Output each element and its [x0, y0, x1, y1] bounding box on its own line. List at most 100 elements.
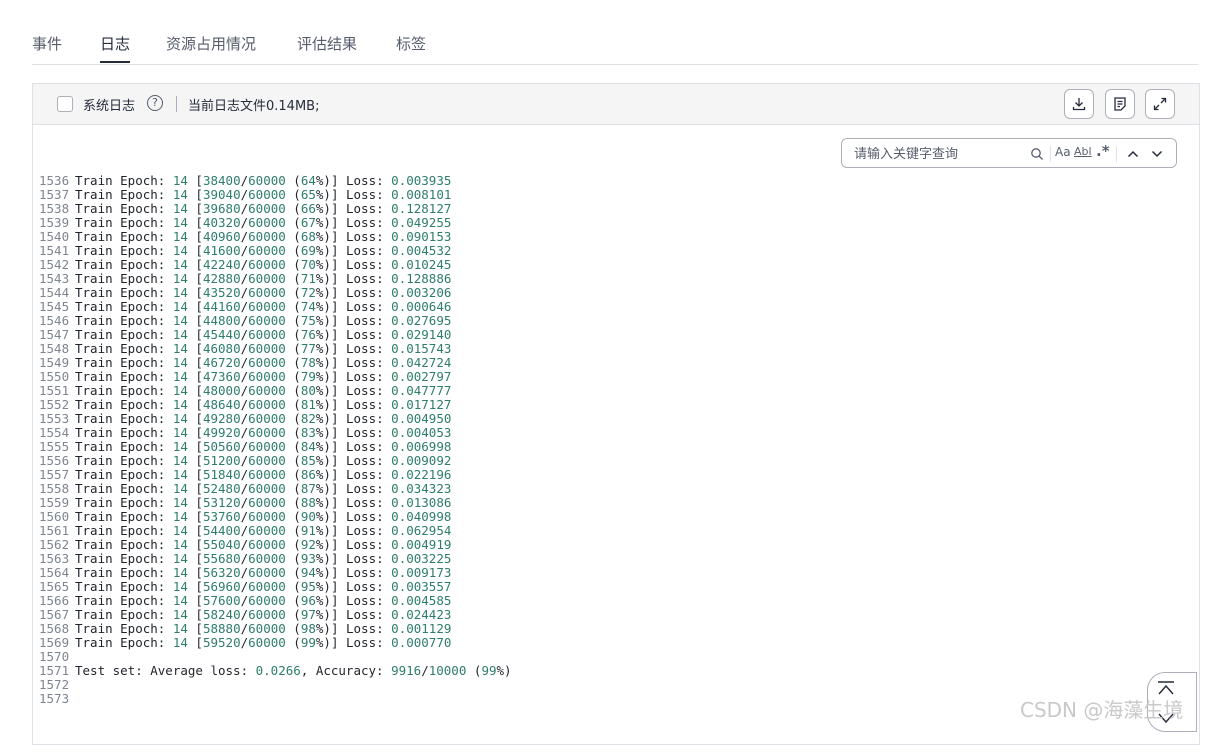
- log-value: 60000: [248, 243, 286, 258]
- system-log-checkbox[interactable]: [57, 96, 73, 112]
- log-value: 0.006998: [391, 439, 452, 454]
- log-text: /: [240, 369, 249, 384]
- log-value: 42240: [202, 257, 241, 272]
- log-value: 0.015743: [391, 341, 452, 356]
- tab-label: 资源占用情况: [166, 35, 257, 53]
- log-value: 47360: [202, 369, 241, 384]
- system-log-label: 系统日志: [83, 99, 136, 114]
- log-value: 38400: [202, 174, 241, 188]
- log-text: %)] Loss:: [315, 495, 392, 510]
- log-text: Train Epoch:: [75, 313, 173, 328]
- line-number: 1560: [39, 509, 70, 524]
- log-text: %): [496, 663, 512, 678]
- log-line: 1541 Train Epoch: 14 [41600/60000 (69%)] …: [39, 244, 1199, 258]
- log-value: 75: [300, 313, 316, 328]
- log-line: 1553 Train Epoch: 14 [49280/60000 (82%)] …: [39, 412, 1199, 426]
- log-text: /: [240, 495, 249, 510]
- search-divider: [1116, 146, 1117, 162]
- log-text: %)] Loss:: [315, 537, 392, 552]
- log-value: 0.000770: [391, 635, 452, 650]
- line-number: 1555: [39, 439, 70, 454]
- log-text: [: [187, 313, 203, 328]
- log-text: /: [240, 341, 249, 356]
- log-text: [: [187, 397, 203, 412]
- log-text: [: [187, 369, 203, 384]
- log-text: %)] Loss:: [315, 551, 392, 566]
- log-text: (: [285, 243, 301, 258]
- log-value: 14: [172, 355, 188, 370]
- log-text: /: [240, 579, 249, 594]
- search-input[interactable]: [854, 145, 1024, 163]
- log-text: [: [187, 271, 203, 286]
- tab-tags[interactable]: 标签: [396, 33, 426, 54]
- log-text: [: [187, 523, 203, 538]
- fullscreen-button[interactable]: [1145, 89, 1175, 119]
- log-text: (: [285, 551, 301, 566]
- tab-evaluation-results[interactable]: 评估结果: [297, 33, 357, 54]
- log-search-box: Aa Abl .*: [841, 138, 1177, 168]
- log-text: %)] Loss:: [315, 397, 392, 412]
- tab-label: 标签: [396, 35, 427, 53]
- log-value: 0.004919: [391, 537, 452, 552]
- log-text: /: [240, 537, 249, 552]
- log-line: 1550 Train Epoch: 14 [47360/60000 (79%)] …: [39, 370, 1199, 384]
- log-detail-button[interactable]: [1105, 89, 1135, 119]
- log-text: (: [285, 579, 301, 594]
- log-text: (: [285, 383, 301, 398]
- log-value: 0.0266: [255, 663, 301, 678]
- log-value: 99: [481, 663, 497, 678]
- log-value: 14: [172, 369, 188, 384]
- log-value: 85: [300, 453, 316, 468]
- log-value: 14: [172, 439, 188, 454]
- chevron-up-icon[interactable]: [1126, 147, 1140, 161]
- log-value: 70: [300, 257, 316, 272]
- line-number: 1537: [39, 187, 70, 202]
- log-value: 41600: [202, 243, 241, 258]
- download-button[interactable]: [1064, 89, 1094, 119]
- log-text: (: [285, 565, 301, 580]
- regex-icon[interactable]: .*: [1096, 142, 1110, 160]
- log-value: 60000: [248, 327, 286, 342]
- log-text: /: [240, 509, 249, 524]
- log-value: 95: [300, 579, 316, 594]
- log-line: 1542 Train Epoch: 14 [42240/60000 (70%)] …: [39, 258, 1199, 272]
- log-text: (: [285, 187, 301, 202]
- log-text: /: [240, 355, 249, 370]
- line-number: 1564: [39, 565, 70, 580]
- log-value: 60000: [248, 453, 286, 468]
- log-text: (: [285, 425, 301, 440]
- log-value: 53760: [202, 509, 241, 524]
- log-line: 1572: [39, 678, 1199, 692]
- log-value: 43520: [202, 285, 241, 300]
- line-number: 1565: [39, 579, 70, 594]
- log-text: [: [187, 551, 203, 566]
- help-icon[interactable]: ?: [147, 95, 163, 111]
- log-text: (: [285, 635, 301, 650]
- log-value: 14: [172, 481, 188, 496]
- log-text: (: [285, 607, 301, 622]
- tab-logs[interactable]: 日志: [100, 33, 131, 63]
- log-text: (: [285, 621, 301, 636]
- log-text: (: [285, 439, 301, 454]
- log-text: (: [285, 481, 301, 496]
- match-case-icon[interactable]: Aa: [1055, 145, 1071, 159]
- log-text: Train Epoch:: [75, 635, 173, 650]
- log-line: 1551 Train Epoch: 14 [48000/60000 (80%)] …: [39, 384, 1199, 398]
- tab-resource-usage[interactable]: 资源占用情况: [166, 33, 256, 54]
- log-value: 0.024423: [391, 607, 452, 622]
- log-text: /: [240, 229, 249, 244]
- chevron-down-icon[interactable]: [1150, 147, 1164, 161]
- log-text: [: [187, 327, 203, 342]
- search-icon[interactable]: [1030, 147, 1044, 161]
- whole-word-icon[interactable]: Abl: [1074, 145, 1092, 158]
- log-value: 60000: [248, 285, 286, 300]
- log-value: 0.034323: [391, 481, 452, 496]
- log-value: 14: [172, 537, 188, 552]
- log-value: 14: [172, 607, 188, 622]
- log-value: 14: [172, 299, 188, 314]
- log-value: 60000: [248, 551, 286, 566]
- log-text: (: [285, 495, 301, 510]
- tab-events[interactable]: 事件: [32, 33, 62, 54]
- log-value: 0.003557: [391, 579, 452, 594]
- log-text: %)] Loss:: [315, 215, 392, 230]
